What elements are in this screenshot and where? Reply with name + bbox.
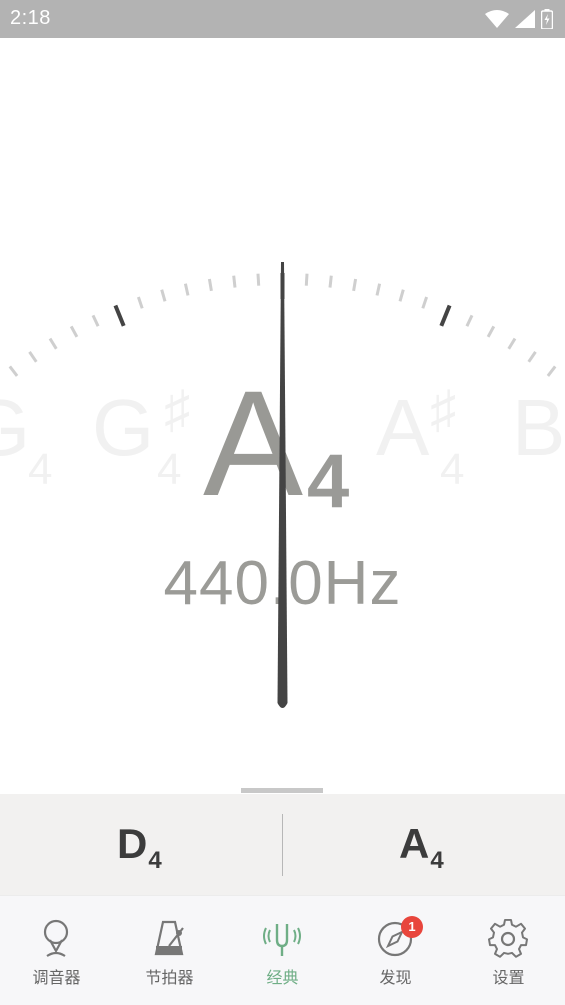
string-letter: D [117,820,148,867]
scale-tick [48,337,58,350]
scale-tick [183,283,190,296]
note-letter: G [92,383,155,472]
note-strip: G 4 G ♯ 4 A 4 A ♯ 4 B [0,368,565,548]
battery-charging-icon [541,9,553,29]
tab-label: 设置 [492,968,525,987]
scale-tick [8,365,19,377]
scale-tick [328,275,333,288]
note-octave: 4 [28,445,53,494]
string-octave: 4 [148,847,162,874]
notification-badge: 1 [401,916,423,938]
scale-tick [439,304,452,327]
tab-tuner[interactable]: 调音器 [0,896,113,1005]
string-divider [282,814,283,876]
tab-classic[interactable]: 经典 [226,896,339,1005]
string-left-button[interactable]: D4 [117,820,162,874]
scale-tick [69,325,79,338]
string-right-button[interactable]: A4 [399,820,444,874]
scale-tick [507,337,517,350]
string-selector: D4 A4 [0,794,565,895]
sharp-sign: ♯ [164,381,190,439]
tab-label: 调音器 [32,968,81,987]
string-letter: A [399,820,430,867]
wifi-icon [485,10,509,28]
scale-tick [113,304,126,327]
status-time: 2:18 [10,7,51,29]
frequency-readout: 440.0Hz [163,549,402,618]
string-octave: 4 [430,847,444,874]
scale-tick [486,325,496,338]
tab-metronome[interactable]: 节拍器 [113,896,226,1005]
note-letter: B [512,383,565,472]
scale-tick [207,278,213,292]
tuner-pin-icon [43,919,69,957]
tuning-fork-icon [263,924,301,956]
sharp-sign: ♯ [430,381,456,439]
note-octave: 4 [157,445,182,494]
scale-tick [91,314,100,327]
scale-tick [421,296,429,309]
bottom-tab-bar: 调音器 节拍器 经典 1 发现 设置 [0,895,565,1005]
scale-tick [465,314,474,327]
scale-tick [352,278,358,292]
scale-tick [232,275,237,288]
tab-label: 经典 [266,968,299,987]
tuner-display: G 4 G ♯ 4 A 4 A ♯ 4 B 440.0Hz [0,38,565,794]
tab-discover[interactable]: 1 发现 [339,896,452,1005]
note-letter: A [376,383,430,472]
scale-tick [375,283,382,296]
scale-tick [527,351,537,363]
gear-icon [488,918,528,958]
scale-tick [256,273,261,286]
note-octave: 4 [440,445,465,494]
tab-label: 节拍器 [145,968,194,987]
drawer-handle[interactable] [241,788,323,793]
tab-settings[interactable]: 设置 [452,896,565,1005]
metronome-icon [154,920,184,956]
status-bar: 2:18 [0,0,565,38]
note-letter: G [0,388,30,468]
signal-icon [515,10,535,28]
scale-tick [160,289,167,302]
scale-tick [398,289,405,302]
tab-label: 发现 [379,968,412,987]
scale-tick [28,351,38,363]
scale-tick [546,365,557,377]
current-note-octave: 4 [307,439,350,524]
current-note-letter: A [203,359,304,527]
scale-tick [136,296,144,309]
scale-tick [304,273,309,286]
